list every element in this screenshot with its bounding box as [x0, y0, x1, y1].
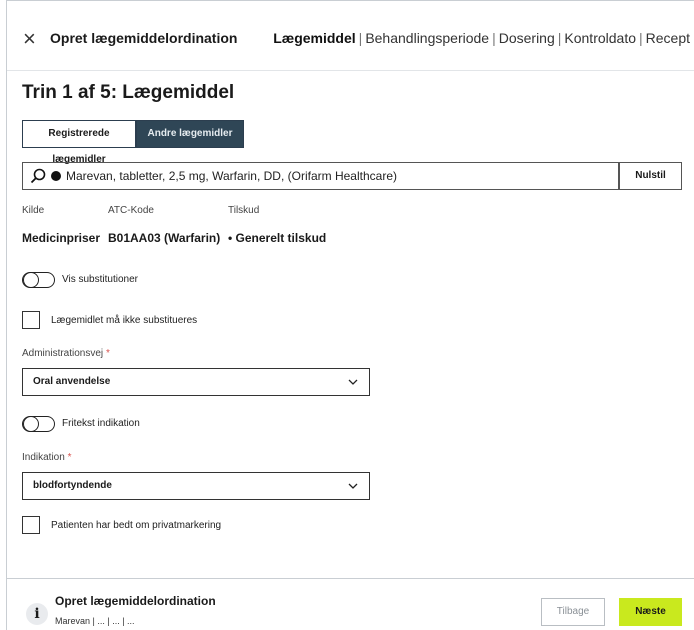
search-icon: [30, 168, 46, 184]
admin-route-label: Administrationsvej *: [22, 348, 110, 359]
step-separator: |: [557, 30, 562, 46]
next-button[interactable]: Næste: [619, 598, 682, 626]
step-separator: |: [358, 30, 363, 46]
step-behandlingsperiode[interactable]: Behandlingsperiode: [365, 30, 489, 46]
toggle-knob: [23, 272, 39, 288]
search-value: Marevan, tabletter, 2,5 mg, Warfarin, DD…: [66, 169, 397, 183]
private-marking-checkbox[interactable]: [22, 516, 40, 534]
back-button[interactable]: Tilbage: [541, 598, 605, 626]
indication-label: Indikation *: [22, 452, 72, 463]
footer-summary: Marevan | ... | ... | ...: [55, 616, 135, 626]
chevron-down-icon: [348, 379, 358, 385]
admin-route-value: Oral anvendelse: [33, 376, 111, 387]
required-marker: *: [105, 348, 110, 359]
substitution-toggle-label: Vis substitutioner: [62, 274, 138, 285]
dialog-header: × Opret lægemiddelordination Lægemiddel |…: [7, 0, 694, 71]
dialog-footer: i Opret lægemiddelordination Marevan | .…: [7, 578, 694, 630]
subsidy-value: • Generelt tilskud: [228, 231, 327, 245]
dialog-title: Opret lægemiddelordination: [50, 30, 238, 46]
tab-other-medicines[interactable]: Andre lægemidler: [136, 120, 244, 148]
atc-value: B01AA03 (Warfarin): [108, 231, 221, 245]
step-separator: |: [639, 30, 643, 46]
step-navigation: Lægemiddel | Behandlingsperiode | Dosering | K…: [273, 30, 690, 46]
free-text-indication-label: Fritekst indikation: [62, 418, 140, 429]
step-dosering[interactable]: Dosering: [499, 30, 555, 46]
subsidy-label: Tilskud: [228, 205, 260, 216]
substitution-toggle[interactable]: [22, 272, 55, 288]
info-icon: i: [26, 603, 48, 625]
private-marking-label: Patienten har bedt om privatmarkering: [51, 520, 222, 531]
admin-route-select[interactable]: Oral anvendelse: [22, 368, 370, 396]
medicine-source-tabs: Registrerede lægemidler Andre lægemidler: [22, 120, 244, 165]
no-substitute-label: Lægemidlet må ikke substitueres: [51, 315, 198, 326]
indication-select[interactable]: blodfortyndende: [22, 472, 370, 500]
indication-value: blodfortyndende: [33, 480, 112, 491]
tab-registered-medicines[interactable]: Registrerede lægemidler: [22, 120, 136, 165]
indication-label-text: Indikation: [22, 452, 65, 463]
step-laegemiddel[interactable]: Lægemiddel: [273, 30, 355, 46]
source-label: Kilde: [22, 205, 45, 216]
footer-title: Opret lægemiddelordination: [55, 594, 216, 608]
step-kontroldato[interactable]: Kontroldato: [564, 30, 636, 46]
free-text-indication-toggle[interactable]: [22, 416, 55, 432]
page-title: Trin 1 af 5: Lægemiddel: [22, 82, 235, 103]
admin-route-label-text: Administrationsvej: [22, 348, 104, 359]
frame-left-border: [6, 0, 7, 630]
chevron-down-icon: [348, 483, 358, 489]
required-marker: *: [67, 452, 72, 463]
close-icon[interactable]: ×: [23, 28, 41, 50]
reset-button[interactable]: Nulstil: [619, 162, 682, 190]
step-separator: |: [492, 30, 496, 46]
medicine-search-input[interactable]: Marevan, tabletter, 2,5 mg, Warfarin, DD…: [22, 162, 619, 190]
source-value: Medicinpriser: [22, 231, 101, 245]
toggle-knob: [23, 416, 39, 432]
no-substitute-checkbox[interactable]: [22, 311, 40, 329]
selected-dot-icon: [51, 171, 61, 181]
atc-label: ATC-Kode: [108, 205, 154, 216]
step-recept[interactable]: Recept: [646, 30, 690, 46]
